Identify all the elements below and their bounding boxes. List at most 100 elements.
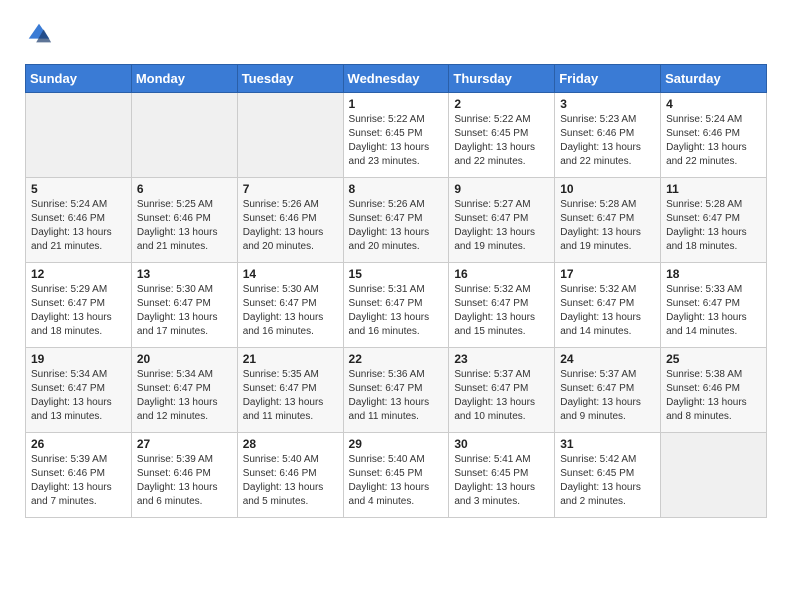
day-number: 18 xyxy=(666,267,761,281)
day-info: Sunrise: 5:40 AM Sunset: 6:45 PM Dayligh… xyxy=(349,453,444,509)
calendar-cell: 29 Sunrise: 5:40 AM Sunset: 6:45 PM Dayli… xyxy=(343,433,449,518)
day-info: Sunrise: 5:37 AM Sunset: 6:47 PM Dayligh… xyxy=(560,368,655,424)
day-number: 6 xyxy=(137,182,232,196)
day-header-friday: Friday xyxy=(555,65,661,93)
day-number: 16 xyxy=(454,267,549,281)
day-number: 30 xyxy=(454,437,549,451)
calendar-cell: 21 Sunrise: 5:35 AM Sunset: 6:47 PM Dayli… xyxy=(237,348,343,433)
calendar-cell: 27Sunrise: 5:39 AM Sunset: 6:46 PM Dayli… xyxy=(131,433,237,518)
day-number: 9 xyxy=(454,182,549,196)
day-info: Sunrise: 5:38 AM Sunset: 6:46 PM Dayligh… xyxy=(666,368,761,424)
day-info: Sunrise: 5:28 AM Sunset: 6:47 PM Dayligh… xyxy=(666,198,761,254)
day-number: 23 xyxy=(454,352,549,366)
day-number: 4 xyxy=(666,97,761,111)
day-number: 1 xyxy=(349,97,444,111)
day-info: Sunrise: 5:26 AM Sunset: 6:46 PM Dayligh… xyxy=(243,198,338,254)
calendar-cell: 13 Sunrise: 5:30 AM Sunset: 6:47 PM Dayli… xyxy=(131,263,237,348)
day-header-thursday: Thursday xyxy=(449,65,555,93)
day-number: 10 xyxy=(560,182,655,196)
calendar-cell: 20 Sunrise: 5:34 AM Sunset: 6:47 PM Dayli… xyxy=(131,348,237,433)
day-number: 7 xyxy=(243,182,338,196)
day-info: Sunrise: 5:35 AM Sunset: 6:47 PM Dayligh… xyxy=(243,368,338,424)
day-info: Sunrise: 5:31 AM Sunset: 6:47 PM Dayligh… xyxy=(349,283,444,339)
calendar-cell: 1 Sunrise: 5:22 AM Sunset: 6:45 PM Daylig… xyxy=(343,93,449,178)
calendar-cell: 23 Sunrise: 5:37 AM Sunset: 6:47 PM Dayli… xyxy=(449,348,555,433)
day-number: 27 xyxy=(137,437,232,451)
day-info: Sunrise: 5:34 AM Sunset: 6:47 PM Dayligh… xyxy=(137,368,232,424)
week-row-5: 26 Sunrise: 5:39 AM Sunset: 6:46 PM Dayli… xyxy=(26,433,767,518)
calendar-cell: 6Sunrise: 5:25 AM Sunset: 6:46 PM Daylig… xyxy=(131,178,237,263)
calendar-cell: 19 Sunrise: 5:34 AM Sunset: 6:47 PM Dayli… xyxy=(26,348,132,433)
calendar-cell: 26 Sunrise: 5:39 AM Sunset: 6:46 PM Dayli… xyxy=(26,433,132,518)
calendar-cell: 22 Sunrise: 5:36 AM Sunset: 6:47 PM Dayli… xyxy=(343,348,449,433)
calendar-cell: 11 Sunrise: 5:28 AM Sunset: 6:47 PM Dayli… xyxy=(661,178,767,263)
week-row-4: 19 Sunrise: 5:34 AM Sunset: 6:47 PM Dayli… xyxy=(26,348,767,433)
calendar-cell: 10 Sunrise: 5:28 AM Sunset: 6:47 PM Dayli… xyxy=(555,178,661,263)
day-info: Sunrise: 5:28 AM Sunset: 6:47 PM Dayligh… xyxy=(560,198,655,254)
day-number: 20 xyxy=(137,352,232,366)
day-info: Sunrise: 5:32 AM Sunset: 6:47 PM Dayligh… xyxy=(560,283,655,339)
day-info: Sunrise: 5:24 AM Sunset: 6:46 PM Dayligh… xyxy=(31,198,126,254)
calendar-cell: 5 Sunrise: 5:24 AM Sunset: 6:46 PM Daylig… xyxy=(26,178,132,263)
day-number: 3 xyxy=(560,97,655,111)
day-info: Sunrise: 5:27 AM Sunset: 6:47 PM Dayligh… xyxy=(454,198,549,254)
day-info: Sunrise: 5:34 AM Sunset: 6:47 PM Dayligh… xyxy=(31,368,126,424)
day-number: 29 xyxy=(349,437,444,451)
day-number: 8 xyxy=(349,182,444,196)
day-number: 13 xyxy=(137,267,232,281)
week-row-2: 5 Sunrise: 5:24 AM Sunset: 6:46 PM Daylig… xyxy=(26,178,767,263)
day-info: Sunrise: 5:26 AM Sunset: 6:47 PM Dayligh… xyxy=(349,198,444,254)
day-number: 14 xyxy=(243,267,338,281)
calendar-cell: 28Sunrise: 5:40 AM Sunset: 6:46 PM Dayli… xyxy=(237,433,343,518)
day-number: 26 xyxy=(31,437,126,451)
calendar-cell xyxy=(26,93,132,178)
calendar-cell: 12Sunrise: 5:29 AM Sunset: 6:47 PM Dayli… xyxy=(26,263,132,348)
day-number: 11 xyxy=(666,182,761,196)
day-number: 17 xyxy=(560,267,655,281)
calendar-cell: 30 Sunrise: 5:41 AM Sunset: 6:45 PM Dayli… xyxy=(449,433,555,518)
calendar-header-row: SundayMondayTuesdayWednesdayThursdayFrid… xyxy=(26,65,767,93)
day-number: 31 xyxy=(560,437,655,451)
day-info: Sunrise: 5:36 AM Sunset: 6:47 PM Dayligh… xyxy=(349,368,444,424)
week-row-1: 1 Sunrise: 5:22 AM Sunset: 6:45 PM Daylig… xyxy=(26,93,767,178)
calendar-cell: 31Sunrise: 5:42 AM Sunset: 6:45 PM Dayli… xyxy=(555,433,661,518)
calendar-cell xyxy=(237,93,343,178)
day-number: 12 xyxy=(31,267,126,281)
week-row-3: 12Sunrise: 5:29 AM Sunset: 6:47 PM Dayli… xyxy=(26,263,767,348)
day-number: 19 xyxy=(31,352,126,366)
day-header-saturday: Saturday xyxy=(661,65,767,93)
calendar-cell: 16 Sunrise: 5:32 AM Sunset: 6:47 PM Dayli… xyxy=(449,263,555,348)
day-info: Sunrise: 5:22 AM Sunset: 6:45 PM Dayligh… xyxy=(349,113,444,169)
day-info: Sunrise: 5:41 AM Sunset: 6:45 PM Dayligh… xyxy=(454,453,549,509)
day-header-tuesday: Tuesday xyxy=(237,65,343,93)
calendar-cell: 3 Sunrise: 5:23 AM Sunset: 6:46 PM Daylig… xyxy=(555,93,661,178)
calendar-cell: 8 Sunrise: 5:26 AM Sunset: 6:47 PM Daylig… xyxy=(343,178,449,263)
day-number: 5 xyxy=(31,182,126,196)
calendar-cell: 15Sunrise: 5:31 AM Sunset: 6:47 PM Dayli… xyxy=(343,263,449,348)
day-info: Sunrise: 5:32 AM Sunset: 6:47 PM Dayligh… xyxy=(454,283,549,339)
day-info: Sunrise: 5:39 AM Sunset: 6:46 PM Dayligh… xyxy=(31,453,126,509)
day-info: Sunrise: 5:33 AM Sunset: 6:47 PM Dayligh… xyxy=(666,283,761,339)
header xyxy=(25,20,767,48)
day-number: 24 xyxy=(560,352,655,366)
day-info: Sunrise: 5:40 AM Sunset: 6:46 PM Dayligh… xyxy=(243,453,338,509)
calendar-cell: 18 Sunrise: 5:33 AM Sunset: 6:47 PM Dayli… xyxy=(661,263,767,348)
calendar-cell: 14 Sunrise: 5:30 AM Sunset: 6:47 PM Dayli… xyxy=(237,263,343,348)
day-info: Sunrise: 5:22 AM Sunset: 6:45 PM Dayligh… xyxy=(454,113,549,169)
day-header-wednesday: Wednesday xyxy=(343,65,449,93)
calendar-cell: 24 Sunrise: 5:37 AM Sunset: 6:47 PM Dayli… xyxy=(555,348,661,433)
day-info: Sunrise: 5:30 AM Sunset: 6:47 PM Dayligh… xyxy=(243,283,338,339)
calendar-cell: 4Sunrise: 5:24 AM Sunset: 6:46 PM Daylig… xyxy=(661,93,767,178)
day-info: Sunrise: 5:23 AM Sunset: 6:46 PM Dayligh… xyxy=(560,113,655,169)
day-number: 22 xyxy=(349,352,444,366)
calendar-cell: 25 Sunrise: 5:38 AM Sunset: 6:46 PM Dayli… xyxy=(661,348,767,433)
day-number: 25 xyxy=(666,352,761,366)
day-header-sunday: Sunday xyxy=(26,65,132,93)
day-number: 21 xyxy=(243,352,338,366)
day-info: Sunrise: 5:30 AM Sunset: 6:47 PM Dayligh… xyxy=(137,283,232,339)
calendar-cell xyxy=(661,433,767,518)
calendar-cell: 9 Sunrise: 5:27 AM Sunset: 6:47 PM Daylig… xyxy=(449,178,555,263)
day-number: 2 xyxy=(454,97,549,111)
day-info: Sunrise: 5:37 AM Sunset: 6:47 PM Dayligh… xyxy=(454,368,549,424)
calendar-cell: 7 Sunrise: 5:26 AM Sunset: 6:46 PM Daylig… xyxy=(237,178,343,263)
